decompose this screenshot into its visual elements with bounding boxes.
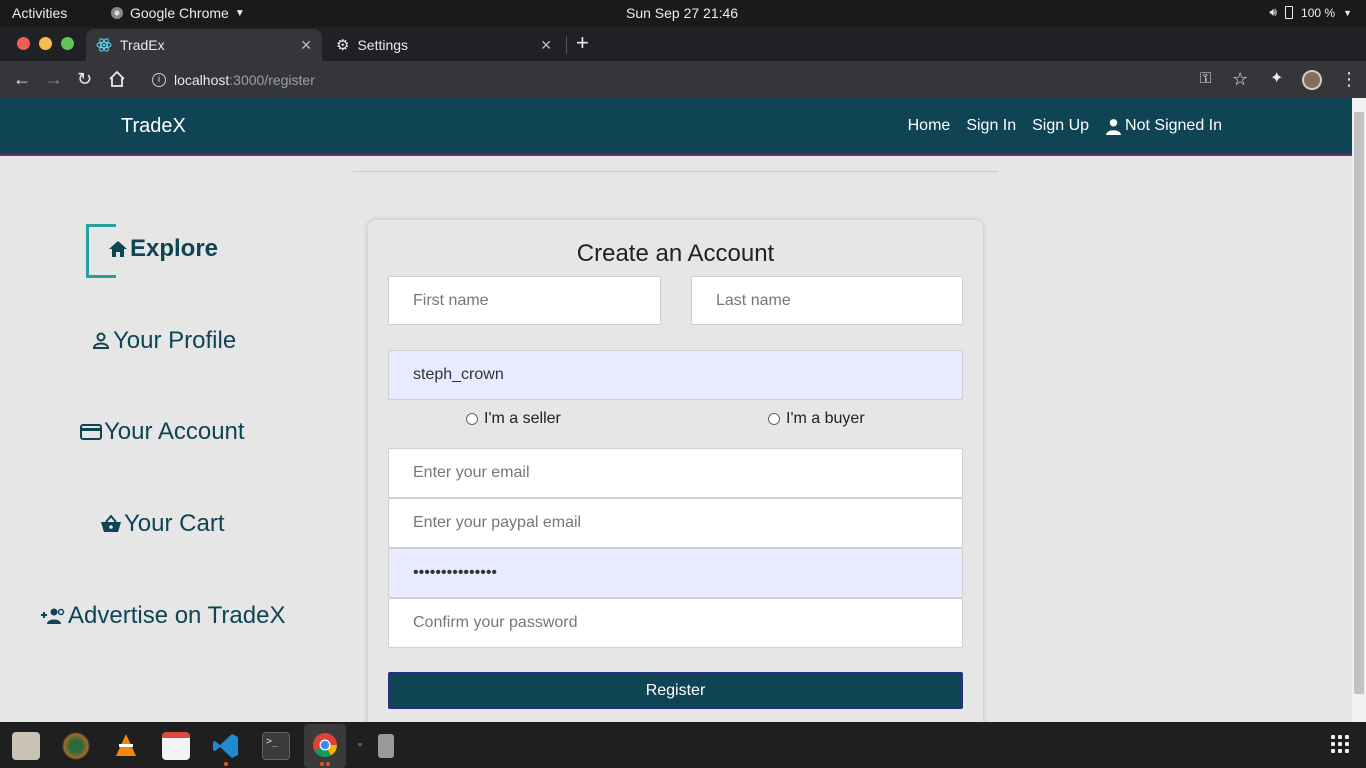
- address-bar[interactable]: i localhost :3000/register: [140, 65, 1260, 94]
- key-icon[interactable]: ⚿: [1200, 69, 1211, 89]
- terminal-icon[interactable]: >_: [262, 732, 290, 760]
- sidebar-item-explore[interactable]: Explore: [108, 235, 218, 263]
- vlc-icon[interactable]: [112, 732, 140, 760]
- radio-button[interactable]: [768, 413, 780, 425]
- close-window-button[interactable]: [17, 37, 30, 50]
- back-arrow-icon[interactable]: ←: [13, 69, 31, 89]
- radio-button[interactable]: [466, 413, 478, 425]
- header-divider: [353, 171, 998, 172]
- extensions-icon[interactable]: ✦: [1270, 69, 1283, 89]
- buyer-radio[interactable]: I'm a buyer: [768, 410, 865, 428]
- sidebar-item-account[interactable]: Your Account: [80, 418, 245, 446]
- sidebar-item-advertise[interactable]: Advertise on TradeX: [40, 602, 285, 630]
- phone-icon[interactable]: [378, 734, 394, 758]
- system-top-bar: Activities Google Chrome ▼ Sun Sep 27 21…: [0, 0, 1366, 27]
- vscode-icon[interactable]: [212, 732, 240, 760]
- reload-icon[interactable]: ↻: [77, 69, 92, 89]
- site-navbar: TradeX Home Sign In Sign Up Not Signed I…: [0, 98, 1352, 156]
- register-button[interactable]: Register: [388, 672, 963, 709]
- register-form-card: Create an Account I'm a seller I'm a buy…: [368, 220, 983, 722]
- text-editor-icon[interactable]: [162, 732, 190, 760]
- sidebar-item-label: Your Account: [104, 418, 245, 445]
- user-status-label: Not Signed In: [1125, 117, 1222, 134]
- nav-links: Home Sign In Sign Up Not Signed In: [908, 117, 1222, 135]
- password-field[interactable]: [388, 548, 963, 598]
- app-menu-label: Google Chrome: [130, 5, 229, 21]
- person-icon: [92, 332, 110, 349]
- avatar[interactable]: [1302, 70, 1322, 90]
- paypal-email-field[interactable]: [388, 498, 963, 548]
- info-icon[interactable]: i: [152, 72, 166, 87]
- sidebar-item-profile[interactable]: Your Profile: [91, 327, 236, 355]
- clock[interactable]: Sun Sep 27 21:46: [626, 5, 738, 21]
- page-scrollbar[interactable]: [1352, 98, 1366, 722]
- volume-icon: 🔊︎: [1269, 5, 1278, 19]
- show-applications-icon[interactable]: [1331, 735, 1349, 753]
- tab-tradex[interactable]: TradEx ✕: [86, 29, 322, 61]
- url-path: :3000/register: [229, 71, 315, 88]
- url-host: localhost: [174, 71, 230, 88]
- nav-sign-up-link[interactable]: Sign Up: [1032, 117, 1089, 135]
- sidebar-item-label: Advertise on TradeX: [68, 602, 286, 629]
- maximize-window-button[interactable]: [61, 37, 74, 50]
- person-icon: [1106, 118, 1121, 135]
- tab-label: Settings: [357, 37, 409, 53]
- minimize-window-button[interactable]: [39, 37, 52, 50]
- browser-toolbar: ← → ↻ i localhost :3000/register ⚿ ☆ ✦ ⋮: [0, 61, 1366, 98]
- last-name-input[interactable]: [691, 276, 963, 325]
- browser-tab-strip: TradEx ✕ ⚙ Settings ✕ +: [0, 27, 1366, 61]
- tab-settings[interactable]: ⚙ Settings ✕: [326, 29, 562, 61]
- seller-radio-label: I'm a seller: [484, 410, 561, 427]
- basket-icon: [101, 514, 121, 532]
- user-status[interactable]: Not Signed In: [1105, 117, 1222, 135]
- close-icon[interactable]: ✕: [540, 37, 552, 54]
- new-tab-button[interactable]: +: [576, 32, 589, 54]
- react-icon: [96, 38, 112, 52]
- home-icon: [109, 241, 127, 257]
- credit-card-icon: [80, 424, 102, 440]
- home-icon[interactable]: [108, 70, 126, 88]
- chevron-down-icon: ▼: [1343, 7, 1352, 18]
- scrollbar-thumb[interactable]: [1354, 112, 1364, 694]
- separator-dot: [358, 743, 362, 746]
- activities-button[interactable]: Activities: [12, 5, 67, 21]
- brand-logo[interactable]: TradeX: [121, 115, 186, 138]
- running-indicator: [320, 762, 324, 766]
- confirm-password-field[interactable]: [388, 598, 963, 648]
- buyer-radio-label: I'm a buyer: [786, 410, 865, 427]
- running-indicator: [326, 762, 330, 766]
- email-field[interactable]: [388, 448, 963, 498]
- sidebar-item-cart[interactable]: Your Cart: [100, 510, 225, 538]
- chrome-icon[interactable]: [311, 731, 339, 759]
- tab-separator: [566, 36, 567, 54]
- sidebar-item-label: Your Cart: [124, 510, 225, 537]
- battery-icon: [1285, 6, 1294, 19]
- username-input[interactable]: [388, 350, 963, 400]
- running-indicator: [224, 762, 228, 766]
- page-viewport: TradeX Home Sign In Sign Up Not Signed I…: [0, 98, 1352, 722]
- star-icon[interactable]: ☆: [1232, 69, 1248, 89]
- close-icon[interactable]: ✕: [300, 37, 312, 54]
- chrome-small-icon: [111, 7, 123, 19]
- files-icon[interactable]: [12, 732, 40, 760]
- sidebar-item-label: Your Profile: [113, 327, 237, 354]
- more-menu-icon[interactable]: ⋮: [1340, 69, 1358, 89]
- first-name-input[interactable]: [388, 276, 661, 325]
- tab-label: TradEx: [120, 37, 165, 53]
- sidebar-item-label: Explore: [130, 235, 219, 262]
- seller-radio[interactable]: I'm a seller: [466, 410, 561, 428]
- app-menu[interactable]: Google Chrome ▼: [110, 5, 245, 21]
- person-add-icon: [41, 608, 65, 624]
- system-tray[interactable]: 🔊︎ 100 % ▼: [1269, 5, 1352, 20]
- nav-home-link[interactable]: Home: [908, 117, 951, 135]
- battery-percent: 100 %: [1301, 5, 1336, 20]
- forward-arrow-icon[interactable]: →: [45, 69, 63, 89]
- system-taskbar: [0, 722, 1366, 768]
- browser-globe-icon[interactable]: [62, 732, 90, 760]
- nav-sign-in-link[interactable]: Sign In: [966, 117, 1016, 135]
- chevron-down-icon: ▼: [234, 7, 245, 19]
- gear-icon: ⚙: [336, 37, 350, 54]
- form-title: Create an Account: [576, 240, 775, 267]
